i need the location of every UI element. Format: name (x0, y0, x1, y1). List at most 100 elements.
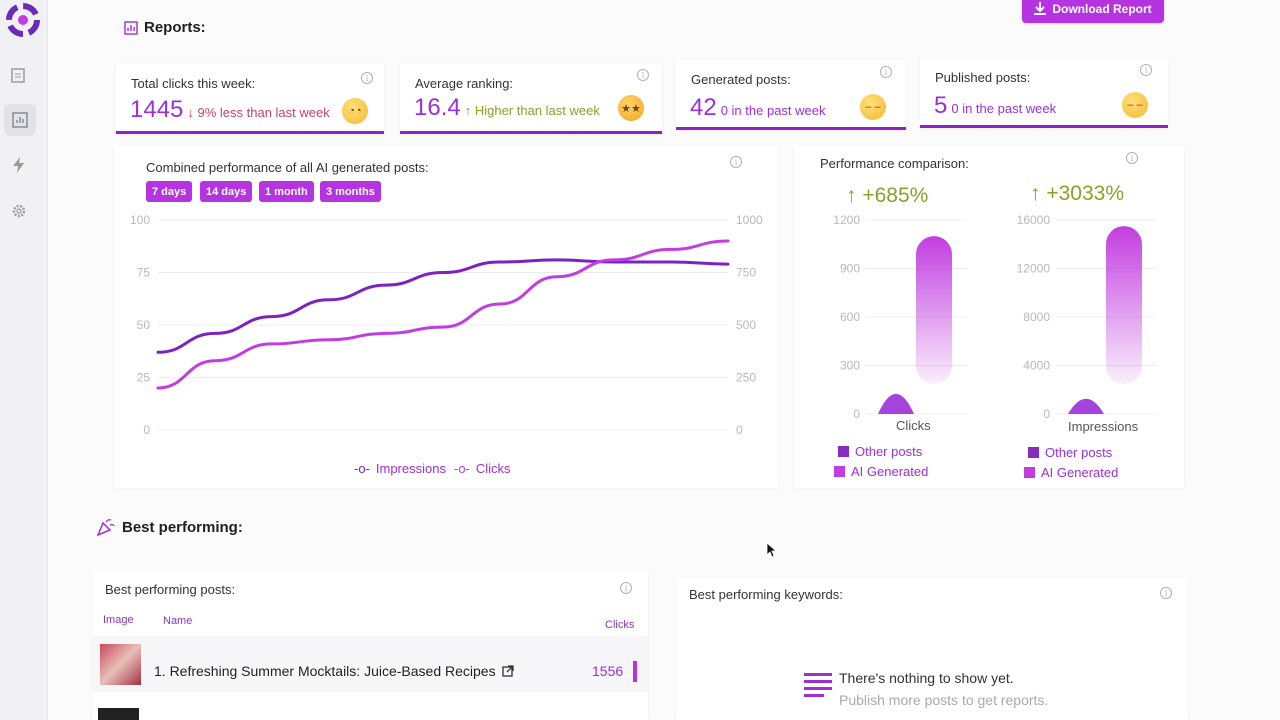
stat-label: Generated posts: (691, 72, 791, 87)
stat-number: 1445 (130, 96, 184, 123)
legend-other-posts-impressions[interactable]: Other posts (1028, 445, 1112, 460)
legend-marker-icon: -o- (354, 461, 370, 476)
post-clicks: 1556 (592, 663, 624, 679)
legend-label: Other posts (855, 444, 923, 459)
range-7-days-button[interactable]: 7 days (146, 181, 193, 202)
legend-marker-icon: -o- (454, 461, 470, 476)
info-icon[interactable]: i (620, 582, 632, 594)
main-content: Reports: Download Report Total clicks th… (48, 0, 1280, 720)
bar-ai-generated[interactable] (916, 236, 952, 384)
legend-label: AI Generated (1041, 465, 1119, 480)
legend-clicks[interactable]: -o- Clicks (454, 461, 511, 476)
download-label: Download Report (1052, 1, 1152, 16)
app-logo[interactable] (4, 2, 42, 38)
impressions-axis-label: Impressions (1068, 419, 1139, 434)
settings-icon[interactable] (8, 200, 30, 222)
chart-icon (124, 20, 138, 35)
download-icon (1034, 2, 1047, 15)
download-report-button[interactable]: Download Report (1022, 0, 1164, 23)
post-name[interactable]: 1. Refreshing Summer Mocktails: Juice-Ba… (154, 663, 514, 679)
info-icon[interactable]: i (637, 69, 649, 81)
col-clicks-header: Clicks (605, 619, 635, 631)
range-3-months-button[interactable]: 3 months (320, 181, 381, 202)
stat-value: 1445 ↓ 9% less than last week (130, 96, 330, 124)
posts-icon[interactable] (8, 64, 30, 86)
empty-message: There's nothing to show yet. (839, 670, 1014, 686)
stat-value: 42 0 in the past week (690, 94, 826, 122)
legend-impressions[interactable]: -o- Impressions (354, 461, 446, 476)
y-tick-label: 16000 (1017, 213, 1051, 227)
clicks-change: ↑ +685% (846, 184, 929, 207)
stat-value: 50 in the past week (934, 92, 1056, 120)
legend-label: Clicks (475, 461, 511, 476)
y-tick-label: 8000 (1023, 310, 1050, 324)
best-keywords-title: Best performing keywords: (689, 587, 843, 602)
stat-sub: ↑ Higher than last week (464, 103, 600, 118)
range-14-days-button[interactable]: 14 days (200, 181, 253, 202)
legend-swatch (1028, 447, 1039, 458)
lightning-icon[interactable] (8, 154, 30, 176)
clicks-axis-label: Clicks (896, 418, 931, 433)
stat-card-published-posts: Published posts: i 50 in the past week –… (920, 58, 1168, 128)
y-left-tick-label: 75 (137, 266, 151, 280)
legend-swatch (838, 446, 849, 457)
best-posts-title: Best performing posts: (105, 582, 236, 597)
clicks-bar-chart: 0 300 600 900 1200 (833, 213, 966, 421)
best-performing-heading: Best performing: (96, 518, 243, 536)
sleeping-emoji-icon: – – (860, 94, 886, 120)
stat-number: 16.4 (414, 94, 461, 121)
y-tick-label: 4000 (1023, 359, 1050, 373)
impressions-bar-chart: 0 4000 8000 12000 16000 (1017, 213, 1156, 421)
reports-icon[interactable] (4, 104, 36, 136)
y-tick-label: 1200 (833, 213, 860, 227)
y-left-tick-label: 50 (137, 318, 151, 332)
y-tick-label: 0 (1043, 407, 1050, 421)
legend-swatch (1024, 467, 1035, 478)
bar-other-posts[interactable] (878, 393, 914, 414)
info-icon[interactable]: i (730, 156, 742, 168)
post-thumbnail (98, 708, 139, 720)
line-chart: 025507510002505007501000 (130, 213, 763, 437)
info-icon[interactable]: i (361, 72, 373, 84)
info-icon[interactable]: i (880, 66, 892, 78)
reports-title: Reports: (144, 19, 206, 36)
best-posts-panel: Best performing posts: i Image Name Clic… (92, 572, 648, 720)
empty-subtext: Publish more posts to get reports. (839, 692, 1049, 708)
y-tick-label: 900 (840, 262, 860, 276)
impressions-change: ↑ +3033% (1030, 182, 1124, 205)
legend-other-posts-clicks[interactable]: Other posts (838, 444, 922, 459)
clicks-bar (633, 661, 637, 682)
info-icon[interactable]: i (1126, 152, 1138, 164)
star-eyes-emoji-icon: ★★ (618, 95, 644, 121)
col-name-header: Name (163, 615, 193, 627)
sidebar (0, 0, 48, 720)
combined-title: Combined performance of all AI generated… (146, 160, 429, 175)
stat-card-average-ranking: Average ranking: i 16.4 ↑ Higher than las… (400, 64, 662, 134)
y-left-tick-label: 0 (143, 423, 150, 437)
bar-other-posts[interactable] (1068, 398, 1104, 414)
party-popper-icon (96, 519, 115, 536)
legend-ai-generated-clicks[interactable]: AI Generated (834, 464, 928, 479)
info-icon[interactable]: i (1140, 64, 1152, 76)
info-icon[interactable]: i (1160, 587, 1172, 599)
bar-ai-generated[interactable] (1106, 226, 1142, 384)
mouse-cursor-icon (767, 543, 777, 557)
stat-value: 16.4 ↑ Higher than last week (414, 94, 600, 122)
legend-ai-generated-impressions[interactable]: AI Generated (1024, 465, 1118, 480)
series-line-impressions[interactable] (156, 258, 730, 354)
external-link-icon[interactable] (501, 665, 514, 677)
stat-sub: ↓ 9% less than last week (187, 105, 330, 120)
y-right-tick-label: 250 (736, 371, 756, 385)
y-right-tick-label: 500 (736, 318, 756, 332)
y-tick-label: 12000 (1017, 262, 1051, 276)
y-tick-label: 0 (853, 407, 860, 421)
stat-label: Published posts: (935, 70, 1031, 85)
y-left-tick-label: 25 (137, 371, 151, 385)
performance-comparison-panel: Performance comparison: i ↑ +685% ↑ +303… (794, 146, 1184, 488)
range-1-month-button[interactable]: 1 month (259, 181, 314, 202)
y-tick-label: 300 (840, 359, 860, 373)
table-row[interactable]: 1. Refreshing Summer Mocktails: Juice-Ba… (92, 636, 648, 692)
sleeping-emoji-icon: – – (1122, 92, 1148, 118)
post-thumbnail (100, 644, 141, 685)
reports-heading: Reports: (124, 19, 206, 36)
